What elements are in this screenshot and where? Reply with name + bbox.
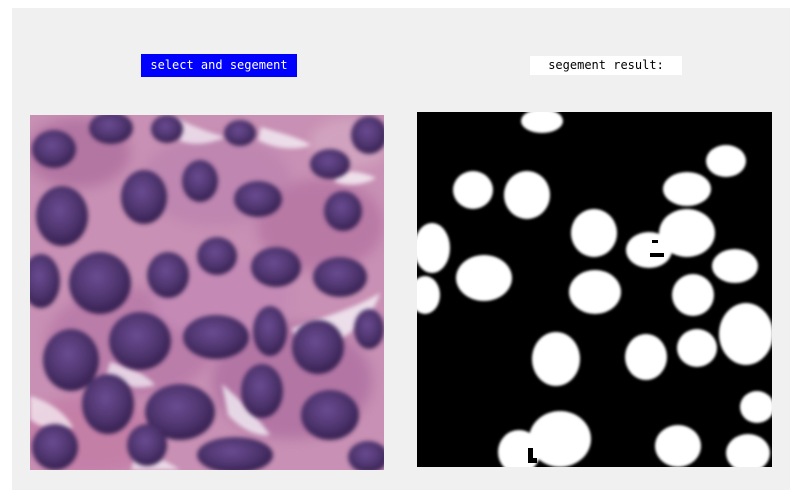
segmentation-mask-image — [417, 112, 772, 467]
segment-result-label: segement result: — [530, 56, 682, 75]
source-microscopy-image — [30, 115, 384, 470]
segmentation-result-panel — [417, 112, 772, 467]
select-and-segment-button[interactable]: select and segement — [141, 54, 297, 77]
source-image-panel — [30, 115, 384, 470]
